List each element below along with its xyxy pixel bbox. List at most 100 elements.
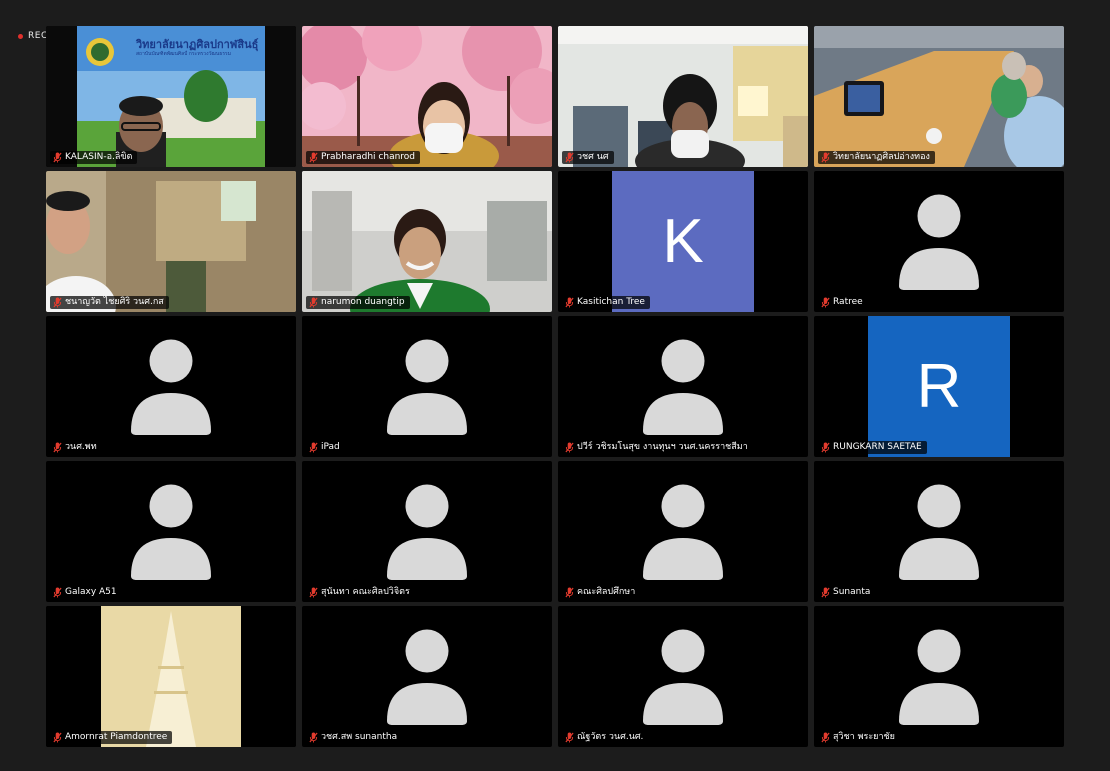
avatar-placeholder-icon [129,484,213,580]
participant-nameplate: Sunanta [818,586,876,599]
participant-nameplate: วชศ.สพ sunantha [306,731,403,744]
mic-muted-icon [309,442,318,453]
participant-nameplate: ปวีร์ วชิรมโนสุข งานทุนฯ วนศ.นครราชสีมา [562,441,753,454]
participant-nameplate: Kasitichan Tree [562,296,650,309]
participant-name: Sunanta [833,587,871,597]
mic-muted-icon [309,297,318,308]
participant-nameplate: Ratree [818,296,868,309]
participant-nameplate: Prabharadhi chanrod [306,151,421,164]
participant-nameplate: KALASIN-อ.ลิขิต [50,151,138,164]
participant-nameplate: Amornrat Piamdontree [50,731,173,744]
participant-tile-18[interactable]: วชศ.สพ sunantha [302,606,552,747]
participant-tile-6[interactable]: narumon duangtip [302,171,552,312]
mic-muted-icon [53,442,62,453]
participant-tile-13[interactable]: Galaxy A51 [46,461,296,602]
participant-tile-10[interactable]: iPad [302,316,552,457]
mic-muted-icon [821,442,830,453]
record-dot-icon [18,33,23,39]
banner-subtitle: สถาบันบัณฑิตพัฒนศิลป์ กระทรวงวัฒนธรรม [136,51,232,57]
participant-nameplate: narumon duangtip [306,296,410,309]
participant-name: Prabharadhi chanrod [321,152,416,162]
participant-name: narumon duangtip [321,297,405,307]
participant-video [46,606,296,747]
mic-muted-icon [821,297,830,308]
avatar-placeholder-icon [385,484,469,580]
participant-name: สุวิชา พระยาชัย [833,732,895,742]
participant-tile-20[interactable]: สุวิชา พระยาชัย [814,606,1064,747]
mic-muted-icon [565,152,574,163]
avatar-placeholder-icon [897,629,981,725]
recording-label: REC [28,31,48,41]
participant-tile-1[interactable]: วิทยาลัยนาฏศิลปกาฬสินธุ์ สถาบันบัณฑิตพัฒ… [46,26,296,167]
avatar-placeholder-icon [129,339,213,435]
participant-tile-19[interactable]: ณัฐวัตร วนศ.นศ. [558,606,808,747]
participant-video [302,171,552,312]
participant-nameplate: คณะศิลปศึกษา [562,586,641,599]
participant-name: ปวีร์ วชิรมโนสุข งานทุนฯ วนศ.นครราชสีมา [577,442,748,452]
participant-nameplate: สุนันทา คณะศิลปวิจิตร [306,586,415,599]
mic-muted-icon [309,152,318,163]
participant-name: KALASIN-อ.ลิขิต [65,152,133,162]
profile-initial-r: R [868,316,1010,457]
participant-name: Kasitichan Tree [577,297,645,307]
participant-tile-3[interactable]: วชศ นศ [558,26,808,167]
participant-name: คณะศิลปศึกษา [577,587,636,597]
participant-nameplate: วชศ นศ [562,151,614,164]
participant-name: วนศ.พท [65,442,97,452]
avatar-placeholder-icon [385,629,469,725]
mic-muted-icon [309,587,318,598]
participant-tile-17[interactable]: Amornrat Piamdontree [46,606,296,747]
mic-muted-icon [821,152,830,163]
participant-tile-14[interactable]: สุนันทา คณะศิลปวิจิตร [302,461,552,602]
avatar-placeholder-icon [641,339,725,435]
profile-initial-k: K [612,171,754,312]
participant-nameplate: iPad [306,441,345,454]
participant-name: Amornrat Piamdontree [65,732,168,742]
participant-video [302,26,552,167]
mic-muted-icon [565,442,574,453]
participant-tile-9[interactable]: วนศ.พท [46,316,296,457]
participant-video [46,171,296,312]
participant-nameplate: ณัฐวัตร วนศ.นศ. [562,731,649,744]
avatar-placeholder-icon [385,339,469,435]
participant-tile-15[interactable]: คณะศิลปศึกษา [558,461,808,602]
participant-name: Galaxy A51 [65,587,117,597]
participant-tile-16[interactable]: Sunanta [814,461,1064,602]
participant-nameplate: วิทยาลัยนาฏศิลปอ่างทอง [818,151,935,164]
participant-name: วชศ นศ [577,152,609,162]
participant-name: Ratree [833,297,863,307]
recording-indicator: REC [18,31,48,41]
participant-nameplate: ชนาญวัต ไชยศิริ วนศ.กส [50,296,169,309]
participant-name: RUNGKARN SAETAE [833,442,922,452]
participant-tile-4[interactable]: วิทยาลัยนาฏศิลปอ่างทอง [814,26,1064,167]
participant-nameplate: วนศ.พท [50,441,102,454]
participant-name: สุนันทา คณะศิลปวิจิตร [321,587,410,597]
participant-name: iPad [321,442,340,452]
participant-video [814,26,1064,167]
participant-nameplate: Galaxy A51 [50,586,122,599]
participant-name: ชนาญวัต ไชยศิริ วนศ.กส [65,297,164,307]
mic-muted-icon [565,587,574,598]
mic-muted-icon [53,297,62,308]
mic-muted-icon [53,152,62,163]
participant-nameplate: สุวิชา พระยาชัย [818,731,900,744]
participant-tile-5[interactable]: ชนาญวัต ไชยศิริ วนศ.กส [46,171,296,312]
participant-video [558,26,808,167]
participant-name: ณัฐวัตร วนศ.นศ. [577,732,644,742]
mic-muted-icon [821,732,830,743]
avatar-placeholder-icon [897,484,981,580]
video-banner-text: วิทยาลัยนาฏศิลปกาฬสินธุ์ สถาบันบัณฑิตพัฒ… [136,38,261,58]
participant-tile-11[interactable]: ปวีร์ วชิรมโนสุข งานทุนฯ วนศ.นครราชสีมา [558,316,808,457]
participant-tile-7[interactable]: K Kasitichan Tree [558,171,808,312]
participant-tile-2[interactable]: Prabharadhi chanrod [302,26,552,167]
participant-tile-8[interactable]: Ratree [814,171,1064,312]
mic-muted-icon [53,732,62,743]
participant-name: วชศ.สพ sunantha [321,732,398,742]
avatar-placeholder-icon [641,484,725,580]
participant-tile-12[interactable]: R RUNGKARN SAETAE [814,316,1064,457]
mic-muted-icon [53,587,62,598]
avatar-placeholder-icon [897,194,981,290]
mic-muted-icon [821,587,830,598]
avatar-placeholder-icon [641,629,725,725]
mic-muted-icon [565,297,574,308]
